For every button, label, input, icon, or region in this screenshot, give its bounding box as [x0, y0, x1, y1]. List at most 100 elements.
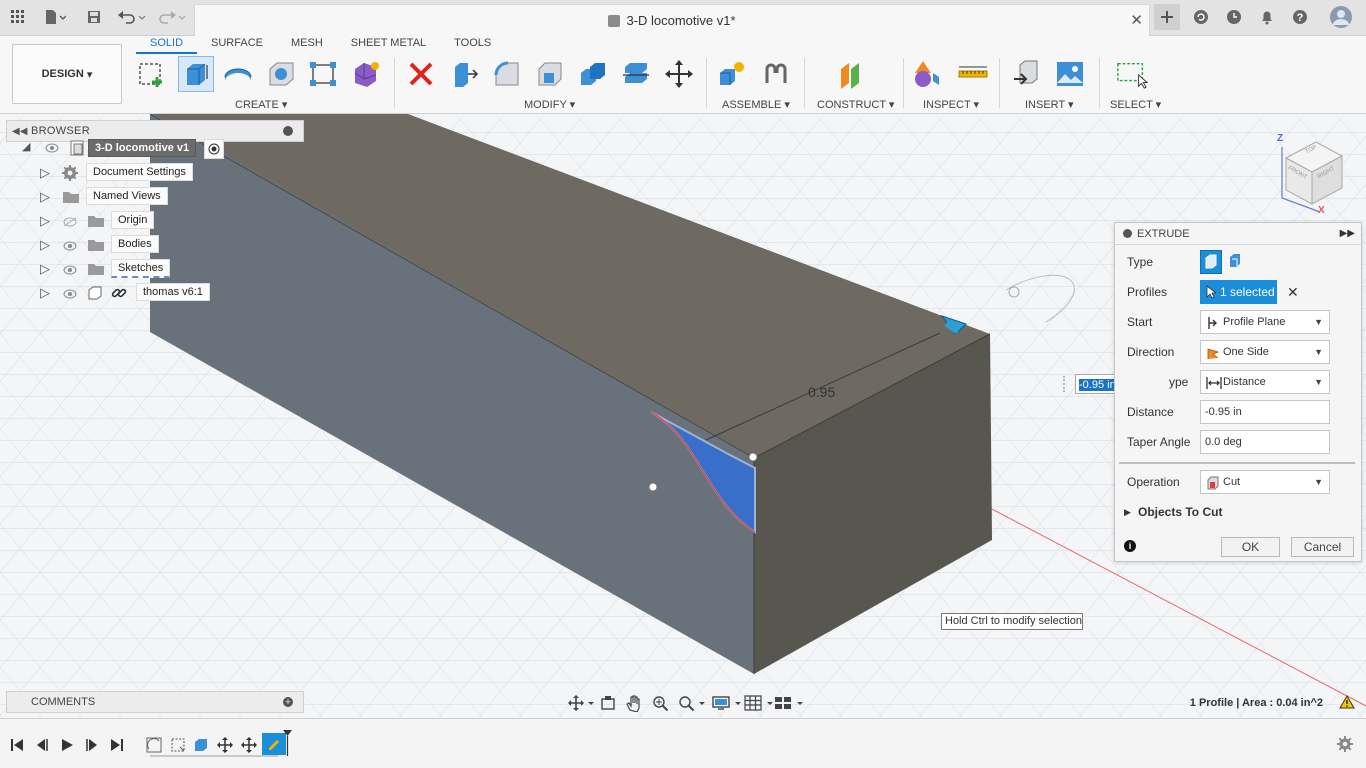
joint-tool[interactable]: [760, 58, 792, 90]
sketch-point[interactable]: [648, 482, 658, 492]
clear-selection-icon[interactable]: ✕: [1287, 284, 1299, 301]
tab-tools[interactable]: TOOLS: [440, 36, 505, 54]
browser-root-label[interactable]: 3-D locomotive v1: [88, 139, 197, 157]
tab-sheet-metal[interactable]: SHEET METAL: [337, 36, 440, 54]
collapse-panel-icon[interactable]: ◀◀: [12, 126, 27, 137]
timeline-settings-gear-icon[interactable]: [1337, 736, 1353, 755]
tab-mesh[interactable]: MESH: [277, 36, 337, 54]
extent-dropdown[interactable]: Distance ▼: [1200, 370, 1330, 394]
inspect-menu[interactable]: INSPECT ▾: [923, 98, 979, 111]
pan-hand-icon[interactable]: [626, 694, 642, 715]
distance-input[interactable]: -0.95 in: [1200, 400, 1330, 424]
new-tab-icon[interactable]: [1154, 4, 1180, 30]
shell-tool[interactable]: [534, 58, 566, 90]
expand-dialog-icon[interactable]: ▶▶: [1340, 228, 1355, 239]
display-settings-icon[interactable]: [712, 695, 742, 714]
create-form-tool[interactable]: [350, 58, 382, 90]
dialog-minimize-icon[interactable]: [1123, 229, 1132, 238]
tab-surface[interactable]: SURFACE: [197, 36, 277, 54]
sketch-point[interactable]: [748, 452, 758, 462]
timeline-extrude-feature[interactable]: [193, 737, 209, 753]
add-comment-icon[interactable]: +: [283, 697, 293, 707]
job-status-icon[interactable]: [1224, 6, 1244, 28]
play-icon[interactable]: [59, 737, 75, 753]
timeline-marker[interactable]: [283, 730, 292, 756]
pattern-tool[interactable]: [307, 58, 339, 90]
hidden-eye-icon[interactable]: [62, 216, 78, 230]
visibility-eye-icon[interactable]: [62, 288, 78, 302]
app-grid-icon[interactable]: [8, 6, 28, 28]
visibility-eye-icon[interactable]: [45, 142, 59, 156]
file-menu-icon[interactable]: [40, 6, 70, 28]
direction-dropdown[interactable]: One Side ▼: [1200, 340, 1330, 364]
revolve-tool[interactable]: [222, 58, 254, 90]
undo-icon[interactable]: [116, 6, 148, 28]
activate-radio-icon[interactable]: [204, 139, 224, 159]
cancel-button[interactable]: Cancel: [1291, 537, 1354, 557]
fillet-tool[interactable]: [491, 58, 523, 90]
type-solid-icon[interactable]: [1200, 250, 1222, 274]
create-menu[interactable]: CREATE ▾: [235, 98, 287, 111]
window-select-tool[interactable]: [1116, 58, 1148, 90]
profiles-selection-button[interactable]: 1 selected: [1200, 280, 1277, 304]
timeline-form-feature[interactable]: [146, 737, 162, 753]
type-thin-icon[interactable]: [1228, 252, 1244, 273]
measure-tool[interactable]: [957, 58, 989, 90]
extrude-tool[interactable]: [178, 56, 214, 92]
expand-triangle-icon[interactable]: ▷: [40, 285, 50, 301]
timeline-sketch-feature[interactable]: [170, 737, 186, 753]
taper-angle-input[interactable]: 0.0 deg: [1200, 430, 1330, 454]
go-to-start-icon[interactable]: [9, 737, 25, 753]
split-body-tool[interactable]: [620, 58, 652, 90]
browser-minimize-icon[interactable]: [283, 126, 293, 136]
insert-derive-tool[interactable]: [1011, 58, 1043, 90]
operation-dropdown[interactable]: Cut ▼: [1200, 470, 1330, 494]
user-avatar[interactable]: [1328, 6, 1354, 28]
objects-to-cut-row[interactable]: ▶ Objects To Cut: [1115, 500, 1363, 524]
tab-solid[interactable]: SOLID: [136, 36, 198, 54]
redo-icon[interactable]: [156, 6, 188, 28]
sync-icon[interactable]: [1191, 6, 1211, 28]
visibility-eye-icon[interactable]: [62, 240, 78, 254]
create-sketch-tool[interactable]: [136, 58, 168, 90]
look-at-icon[interactable]: [600, 695, 616, 714]
ok-button[interactable]: OK: [1221, 537, 1280, 557]
comments-panel-header[interactable]: COMMENTS +: [6, 691, 304, 713]
expand-triangle-icon[interactable]: ▷: [40, 261, 50, 277]
help-icon[interactable]: ?: [1290, 6, 1310, 28]
extrude-dialog-header[interactable]: EXTRUDE ▶▶: [1115, 223, 1361, 245]
hole-tool[interactable]: [265, 58, 297, 90]
expand-triangle-icon[interactable]: ▷: [40, 165, 50, 181]
move-copy-tool[interactable]: [663, 58, 695, 90]
modify-menu[interactable]: MODIFY ▾: [524, 98, 575, 111]
assemble-menu[interactable]: ASSEMBLE ▾: [722, 98, 790, 111]
grid-settings-icon[interactable]: [744, 695, 774, 714]
go-to-end-icon[interactable]: [109, 737, 125, 753]
orbit-icon[interactable]: [568, 695, 594, 714]
select-menu[interactable]: SELECT ▾: [1110, 98, 1161, 111]
zoom-icon[interactable]: [652, 695, 670, 714]
close-tab-icon[interactable]: ✕: [1130, 11, 1143, 29]
expand-triangle-icon[interactable]: ▷: [40, 213, 50, 229]
offset-plane-tool[interactable]: [836, 58, 868, 90]
combine-tool[interactable]: [577, 58, 609, 90]
timeline-move-feature[interactable]: [241, 737, 257, 753]
timeline-move-feature[interactable]: [217, 737, 233, 753]
step-back-icon[interactable]: [34, 737, 50, 753]
warning-icon[interactable]: [1339, 695, 1355, 712]
expand-triangle-icon[interactable]: ▶: [1124, 507, 1131, 518]
start-dropdown[interactable]: Profile Plane ▼: [1200, 310, 1330, 334]
expand-triangle-icon[interactable]: ▷: [40, 189, 50, 205]
fit-zoom-icon[interactable]: [678, 695, 706, 714]
info-icon[interactable]: i: [1124, 540, 1136, 552]
interference-tool[interactable]: [913, 58, 945, 90]
workspace-switcher[interactable]: DESIGN ▾: [12, 44, 122, 104]
insert-canvas-tool[interactable]: [1054, 58, 1086, 90]
document-tab[interactable]: 3-D locomotive v1* ✕: [194, 4, 1150, 36]
construct-menu[interactable]: CONSTRUCT ▾: [817, 98, 894, 111]
collapse-triangle-icon[interactable]: ◢: [22, 140, 30, 153]
step-forward-icon[interactable]: [84, 737, 100, 753]
expand-triangle-icon[interactable]: ▷: [40, 237, 50, 253]
inline-distance-handle[interactable]: [1063, 376, 1071, 392]
press-pull-tool[interactable]: [448, 58, 480, 90]
